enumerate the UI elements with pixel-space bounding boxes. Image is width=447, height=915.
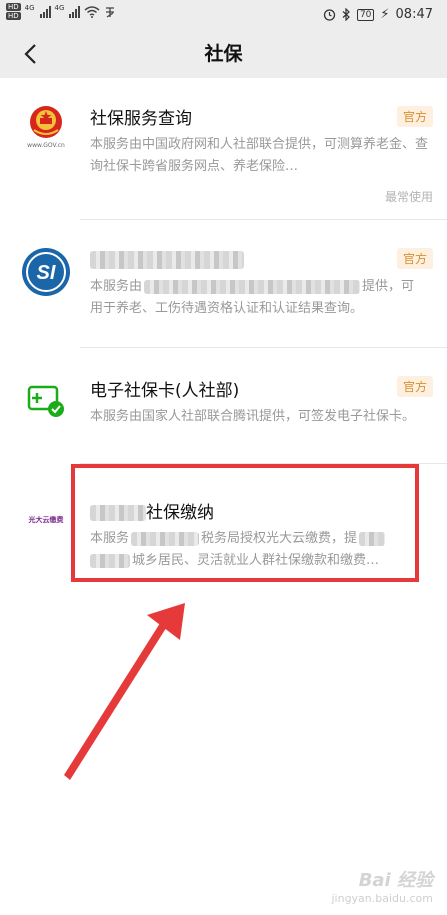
arrow-shaft — [64, 620, 168, 780]
annotation-arrow — [64, 603, 185, 780]
watermark: Bai 经验 jingyan.baidu.com — [331, 866, 433, 905]
watermark-logo: Bai 经验 — [358, 870, 433, 891]
arrow-head — [147, 603, 185, 640]
watermark-url: jingyan.baidu.com — [331, 892, 433, 905]
